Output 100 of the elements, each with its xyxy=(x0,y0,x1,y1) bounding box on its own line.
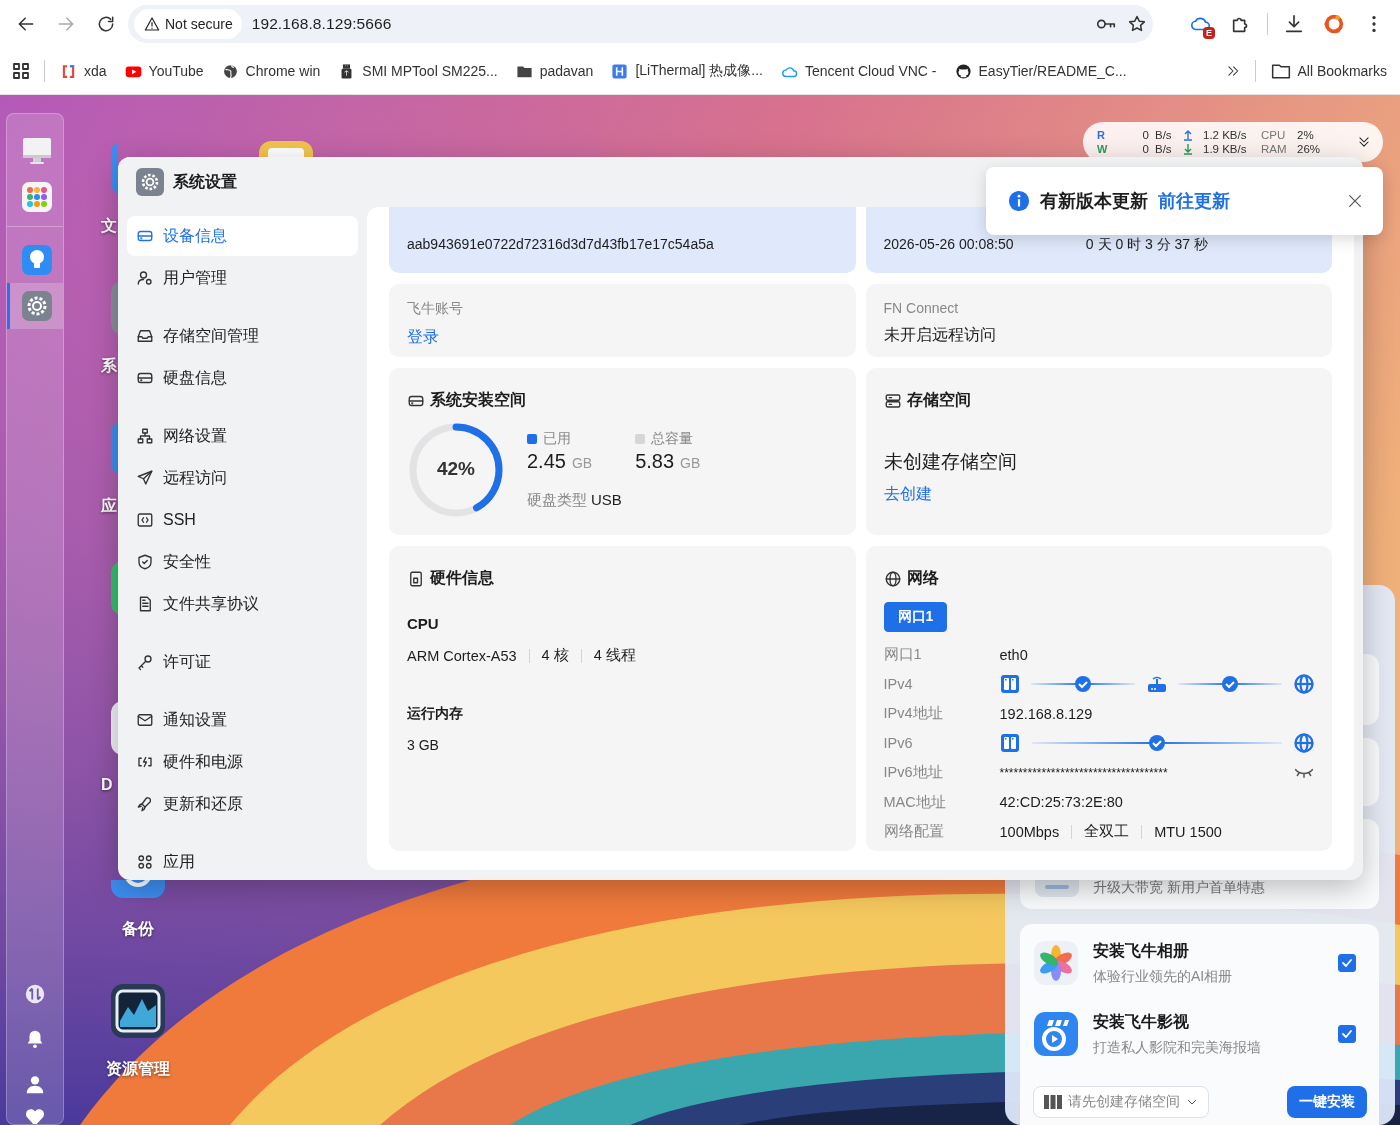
bookmark-link[interactable]: EasyTier/README_C... xyxy=(945,58,1136,84)
cpu-spec: ARM Cortex-A53 xyxy=(407,647,517,664)
sidebar-item[interactable]: 通知设置 xyxy=(127,700,358,740)
checkbox[interactable] xyxy=(1338,1025,1356,1043)
sidebar-item[interactable]: 用户管理 xyxy=(127,258,358,298)
field-label: MAC地址 xyxy=(883,792,947,812)
sidebar-item[interactable]: 设备信息 xyxy=(127,216,358,256)
bookmark-link[interactable]: YouTube xyxy=(115,58,213,84)
disk-type: 硬盘类型 USB xyxy=(527,491,623,510)
login-link[interactable]: 登录 xyxy=(407,327,439,348)
activity-monitor-icon[interactable] xyxy=(110,983,166,1039)
paper-plane-icon xyxy=(136,469,154,487)
reload-icon[interactable] xyxy=(96,14,116,34)
size-value: 2.45 xyxy=(527,450,566,472)
extension-badge: E xyxy=(1203,27,1215,39)
card-title: 系统安装空间 xyxy=(430,390,526,410)
memory-value: 3 GB xyxy=(407,737,440,753)
metric-value: 2% xyxy=(1297,128,1315,142)
field-label: IPv6地址 xyxy=(883,763,944,783)
uptime-value: 0 天 0 时 3 分 37 秒 xyxy=(1085,236,1208,254)
rate-unit: B/s xyxy=(1155,128,1173,142)
bulb-icon[interactable] xyxy=(20,244,53,276)
field-value: MTU 1500 xyxy=(1154,823,1222,840)
app-title: 安装飞牛影视 xyxy=(1093,1011,1190,1032)
extension-button[interactable]: E xyxy=(1181,6,1221,42)
mail-icon xyxy=(136,711,154,729)
sidebar-item[interactable]: 远程访问 xyxy=(127,458,358,498)
field-value: eth0 xyxy=(999,646,1028,663)
star-icon[interactable] xyxy=(1127,14,1147,34)
card-title: 存储空间 xyxy=(906,390,971,410)
sidebar-item[interactable]: SSH xyxy=(127,500,358,540)
download-arrow-icon xyxy=(1183,143,1193,155)
key-icon xyxy=(136,653,154,671)
sidebar-item[interactable]: 安全性 xyxy=(127,542,358,582)
dock-item-highlight[interactable] xyxy=(7,283,63,329)
field-label: IPv4地址 xyxy=(883,704,944,724)
metric-label: RAM xyxy=(1261,142,1288,156)
download-icon[interactable] xyxy=(1283,13,1305,35)
monitor-icon[interactable] xyxy=(20,135,53,167)
heart-icon[interactable] xyxy=(24,1106,46,1124)
backup-app-icon[interactable] xyxy=(110,880,166,898)
sidebar-item[interactable]: 网络设置 xyxy=(127,416,358,456)
bookmark-link[interactable]: SMI MPTool SM225... xyxy=(329,58,507,84)
close-icon[interactable] xyxy=(1347,193,1363,209)
all-bookmarks-link[interactable]: All Bookmarks xyxy=(1261,57,1396,85)
sidebar-item[interactable]: 硬件和电源 xyxy=(127,742,358,782)
notes-app-icon[interactable] xyxy=(258,140,314,157)
security-chip[interactable]: Not secure xyxy=(134,9,242,39)
net-rate: 1.2 KB/s xyxy=(1203,128,1248,142)
field-label: 网络配置 xyxy=(883,822,945,842)
size-unit: GB xyxy=(571,455,593,471)
bookmark-link[interactable]: padavan xyxy=(506,58,603,84)
sidebar-item[interactable]: 文件共享协议 xyxy=(127,584,358,624)
app-grid-icon[interactable] xyxy=(20,181,53,213)
check-icon xyxy=(1341,957,1353,969)
app-icon xyxy=(611,62,629,80)
profile-icon[interactable] xyxy=(1323,13,1345,35)
install-button[interactable]: 一键安装 xyxy=(1287,1086,1367,1118)
bookmark-link[interactable]: [LiThermal] 热成像... xyxy=(602,58,772,84)
double-chevron-down-icon[interactable] xyxy=(1357,135,1371,149)
double-chevron-icon[interactable] xyxy=(1225,64,1240,78)
bookmark-link[interactable]: xda xyxy=(51,58,116,84)
rocket-icon xyxy=(136,795,154,813)
bookmark-link[interactable]: Chrome win xyxy=(212,58,330,84)
device-id: aab943691e0722d72316d3d7d43fb17e17c54a5a xyxy=(407,236,714,254)
address-bar[interactable]: Not secure 192.168.8.129:5666 xyxy=(128,5,1153,43)
apps-grid-icon[interactable] xyxy=(13,63,29,79)
transfer-icon[interactable] xyxy=(24,982,46,1005)
sidebar-item[interactable]: 更新和还原 xyxy=(127,784,358,824)
io-letter: W xyxy=(1097,142,1109,156)
icon-label: 文 xyxy=(101,216,117,236)
field-value: 全双工 xyxy=(1084,822,1130,842)
bracket-icon xyxy=(60,62,77,80)
sidebar-item[interactable]: 存储空间管理 xyxy=(127,316,358,356)
cpu-label: CPU xyxy=(407,615,440,632)
video-app-icon xyxy=(1033,1011,1079,1057)
disk-rate: 0 xyxy=(1141,142,1150,156)
gear-icon[interactable] xyxy=(20,290,53,322)
field-value: 192.168.8.129 xyxy=(999,705,1093,722)
card-title: 硬件信息 xyxy=(430,568,494,588)
globe-icon xyxy=(1293,733,1314,754)
create-link[interactable]: 去创建 xyxy=(883,484,932,505)
bookmark-link[interactable]: Tencent Cloud VNC - xyxy=(772,58,946,84)
icon-label: D xyxy=(101,776,113,794)
storage-dropdown[interactable]: 请先创建存储空间 xyxy=(1033,1086,1209,1118)
port-tab[interactable]: 网口1 xyxy=(883,602,948,632)
boot-time: 2026-05-26 00:08:50 xyxy=(883,236,1014,254)
io-letter: R xyxy=(1097,128,1106,142)
sidebar-item[interactable]: 应用 xyxy=(127,842,358,870)
rate-unit: B/s xyxy=(1155,142,1173,156)
folder-icon xyxy=(1270,61,1291,81)
sidebar-item[interactable]: 硬盘信息 xyxy=(127,358,358,398)
account-label: 飞牛账号 xyxy=(407,300,464,318)
checkbox[interactable] xyxy=(1338,954,1356,972)
globe-icon xyxy=(883,569,902,588)
metric-value: 26% xyxy=(1297,142,1322,156)
card-title: 网络 xyxy=(906,568,939,588)
sidebar-item[interactable]: 许可证 xyxy=(127,642,358,682)
update-link[interactable]: 前往更新 xyxy=(1158,189,1230,213)
masked-value: ************************************ xyxy=(999,765,1168,780)
